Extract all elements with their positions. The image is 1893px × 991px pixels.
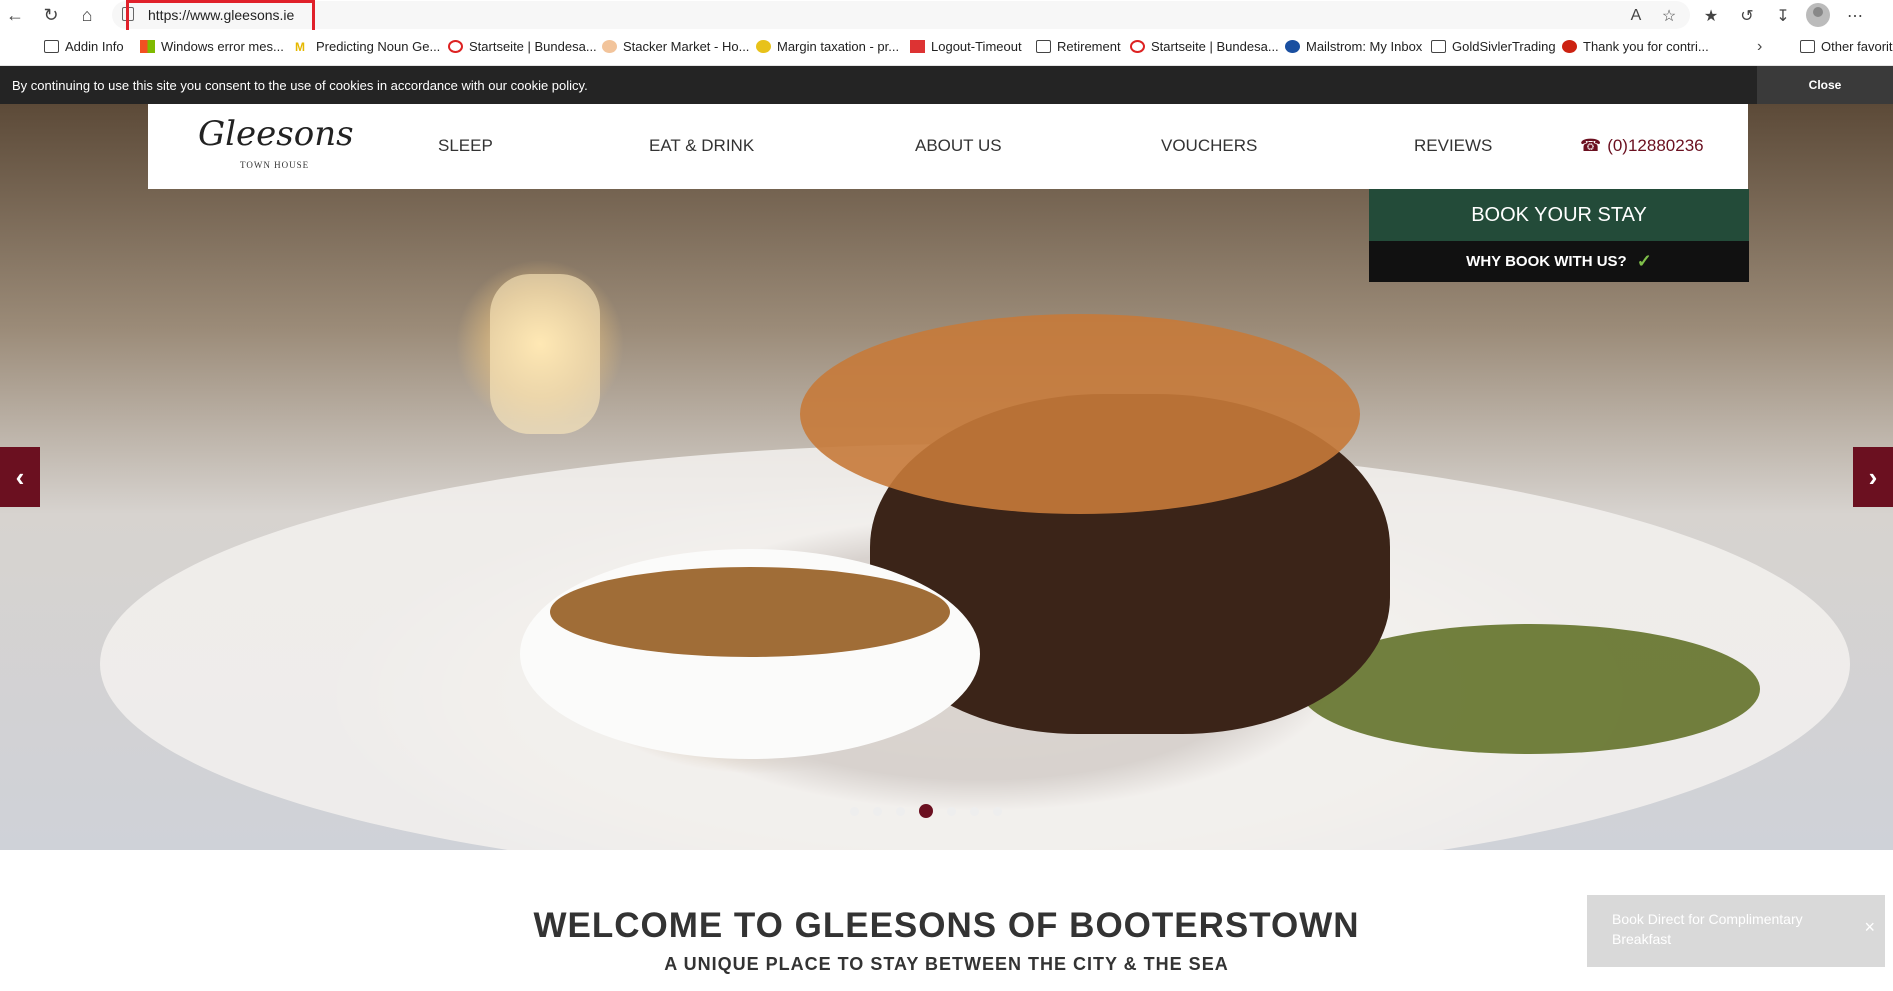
m-icon: M xyxy=(295,40,305,54)
windows-icon xyxy=(140,40,155,53)
url-highlight-box xyxy=(126,0,315,34)
folder-icon xyxy=(44,40,59,53)
slider-dot[interactable] xyxy=(896,806,905,816)
candle-image xyxy=(490,274,600,434)
chevron-left-icon[interactable]: ‹ xyxy=(0,447,40,507)
bookmark[interactable]: Retirement xyxy=(1036,39,1121,54)
coin-icon xyxy=(756,40,771,53)
chevron-right-icon[interactable]: › xyxy=(1757,38,1762,56)
phone-link[interactable]: ☎ (0)12880236 xyxy=(1580,136,1704,156)
bookmark[interactable]: Margin taxation - pr... xyxy=(756,39,899,54)
bookmark[interactable]: Logout-Timeout xyxy=(910,39,1022,54)
slider-dot[interactable] xyxy=(970,806,979,816)
why-book-button[interactable]: WHY BOOK WITH US? ✓ xyxy=(1369,241,1749,282)
slider-dots xyxy=(850,804,1002,818)
browser-toolbar: ← ↻ ⌂ https://www.gleesons.ie A ☆ ★ ↺ ↧ … xyxy=(0,0,1893,34)
promo-text[interactable]: Book Direct for Complimentary Breakfast xyxy=(1612,909,1832,949)
check-icon: ✓ xyxy=(1636,251,1652,271)
why-book-label: WHY BOOK WITH US? xyxy=(1466,253,1627,270)
onions-image xyxy=(800,314,1360,514)
more-icon[interactable]: ⋯ xyxy=(1844,5,1866,27)
bookmark[interactable]: Addin Info xyxy=(44,39,124,54)
cookie-close-button[interactable]: Close xyxy=(1757,66,1893,104)
refresh-icon[interactable]: ↻ xyxy=(38,3,64,27)
logo-script: Gleesons xyxy=(198,114,354,154)
history-icon[interactable]: ↺ xyxy=(1736,5,1758,27)
stacker-icon xyxy=(602,40,617,53)
bookmark[interactable]: GoldSivlerTrading xyxy=(1431,39,1556,54)
slider-dot[interactable] xyxy=(993,806,1002,816)
close-icon[interactable]: × xyxy=(1864,917,1875,938)
nav-reviews[interactable]: REVIEWS xyxy=(1414,136,1492,156)
agency-icon xyxy=(448,40,463,53)
address-bar[interactable]: https://www.gleesons.ie xyxy=(112,1,1690,29)
nav-eat-drink[interactable]: EAT & DRINK xyxy=(649,136,754,156)
bookmark[interactable]: Stacker Market - Ho... xyxy=(602,39,749,54)
home-icon[interactable]: ⌂ xyxy=(74,3,100,27)
abp-icon xyxy=(1562,40,1577,53)
logo-sub: TOWN HOUSE xyxy=(240,160,310,170)
bookmark[interactable]: Thank you for contri... xyxy=(1562,39,1709,54)
slider-dot[interactable] xyxy=(873,806,882,816)
bookmark[interactable]: Startseite | Bundesa... xyxy=(1130,39,1279,54)
download-icon[interactable]: ↧ xyxy=(1772,5,1794,27)
back-icon[interactable]: ← xyxy=(2,3,28,27)
bookmark[interactable]: Windows error mes... xyxy=(140,39,284,54)
slider-dot[interactable] xyxy=(947,806,956,816)
bookmark[interactable]: M Predicting Noun Ge... xyxy=(295,39,440,54)
promo-toast: Book Direct for Complimentary Breakfast … xyxy=(1587,895,1885,967)
phone-icon: ☎ xyxy=(1580,136,1602,155)
folder-icon xyxy=(1036,40,1051,53)
bookmarks-bar: Addin Info Windows error mes... M Predict… xyxy=(0,30,1893,66)
bookmark-other-favorites[interactable]: Other favorites xyxy=(1800,39,1893,54)
sauce-bowl-image xyxy=(520,549,980,759)
read-aloud-icon[interactable]: A xyxy=(1625,5,1647,27)
cookie-banner: By continuing to use this site you conse… xyxy=(0,66,1893,104)
folder-icon xyxy=(1800,40,1815,53)
folder-icon xyxy=(1431,40,1446,53)
slider-dot-active[interactable] xyxy=(919,804,933,818)
book-your-stay-button[interactable]: BOOK YOUR STAY xyxy=(1369,189,1749,241)
logout-icon xyxy=(910,40,925,53)
bookmark[interactable]: Mailstrom: My Inbox xyxy=(1285,39,1422,54)
chevron-right-icon[interactable]: › xyxy=(1853,447,1893,507)
site-logo[interactable]: Gleesons TOWN HOUSE xyxy=(198,114,354,174)
bookmark[interactable]: Startseite | Bundesa... xyxy=(448,39,597,54)
agency-icon xyxy=(1130,40,1145,53)
favorite-star-icon[interactable]: ☆ xyxy=(1658,5,1680,27)
site-header: Gleesons TOWN HOUSE SLEEP EAT & DRINK AB… xyxy=(148,104,1748,189)
mailstrom-icon xyxy=(1285,40,1300,53)
nav-vouchers[interactable]: VOUCHERS xyxy=(1161,136,1257,156)
nav-about-us[interactable]: ABOUT US xyxy=(915,136,1002,156)
nav-sleep[interactable]: SLEEP xyxy=(438,136,493,156)
cookie-message: By continuing to use this site you conse… xyxy=(12,78,588,93)
slider-dot[interactable] xyxy=(850,806,859,816)
favorites-icon[interactable]: ★ xyxy=(1700,5,1722,27)
profile-avatar[interactable] xyxy=(1806,3,1830,27)
phone-number: (0)12880236 xyxy=(1607,136,1704,155)
